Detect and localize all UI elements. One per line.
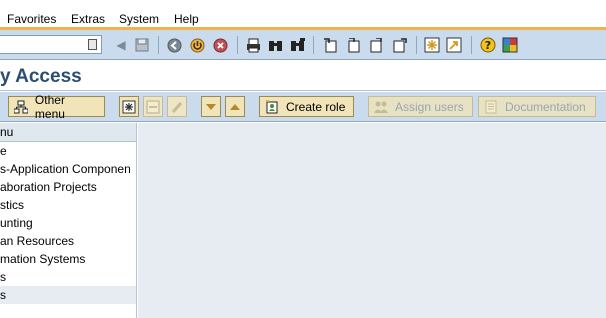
application-toolbar: Other menu Create role Assign users Docu… [0,92,606,122]
assign-users-label: Assign users [395,99,464,114]
create-role-label: Create role [286,99,346,114]
collapse-icon [146,100,160,113]
other-menu-label: Other menu [34,92,65,121]
menu-extras[interactable]: Extras [71,12,105,26]
tree-item[interactable]: s [0,286,136,304]
standard-toolbar: ◀ ? [0,30,606,60]
back-nav-icon[interactable]: ◀ [113,37,129,53]
pencil-icon [171,101,183,113]
tree-item[interactable]: an Resources [0,232,136,250]
edit-button[interactable] [167,96,187,117]
layout-icon[interactable] [502,37,518,53]
svg-text:?: ? [485,39,491,52]
work-area [138,123,606,318]
menu-tree-panel: nu e s-Application Componen aboration Pr… [0,123,137,318]
menu-tree-icon [13,99,29,115]
title-bar: y Access [0,61,606,91]
first-page-icon[interactable] [322,37,338,53]
tree-item[interactable]: unting [0,214,136,232]
help-icon[interactable]: ? [480,37,496,53]
triangle-up-icon [230,103,240,110]
command-field[interactable] [0,35,102,54]
other-menu-button[interactable]: Other menu [8,93,105,121]
find-icon[interactable] [267,37,283,53]
assign-users-button[interactable]: Assign users [368,96,473,117]
page-title: y Access [0,66,82,87]
tree-header: nu [0,123,136,142]
documentation-button[interactable]: Documentation [478,96,596,117]
exit-icon[interactable] [189,37,205,53]
move-up-button[interactable] [225,96,245,117]
find-next-icon[interactable] [289,37,305,53]
create-role-icon [264,99,280,115]
expand-all-button[interactable] [119,96,139,117]
collapse-button[interactable] [143,96,163,117]
triangle-down-icon [206,103,216,110]
tree-item[interactable]: e [0,142,136,160]
cancel-icon[interactable] [212,37,228,53]
expand-all-icon [122,100,136,113]
move-down-button[interactable] [201,96,221,117]
print-icon[interactable] [245,37,261,53]
tree-item[interactable]: aboration Projects [0,178,136,196]
command-history-icon[interactable] [88,39,97,50]
previous-page-icon[interactable] [345,37,361,53]
shortcut-icon[interactable] [446,37,462,53]
menu-system[interactable]: System [119,12,159,26]
tree-item[interactable]: stics [0,196,136,214]
users-icon [373,99,389,115]
tree-item[interactable]: s-Application Componen [0,160,136,178]
document-icon [483,99,499,115]
back-icon[interactable] [166,37,182,53]
menu-bar: Favorites Extras System Help [0,0,606,30]
next-page-icon[interactable] [368,37,384,53]
tree-item[interactable]: mation Systems [0,250,136,268]
last-page-icon[interactable] [391,37,407,53]
documentation-label: Documentation [505,99,586,114]
menu-help[interactable]: Help [174,12,199,26]
menu-favorites[interactable]: Favorites [7,12,56,26]
save-icon[interactable] [134,37,150,53]
tree-item[interactable]: s [0,268,136,286]
create-session-icon[interactable] [424,37,440,53]
create-role-button[interactable]: Create role [259,96,354,117]
